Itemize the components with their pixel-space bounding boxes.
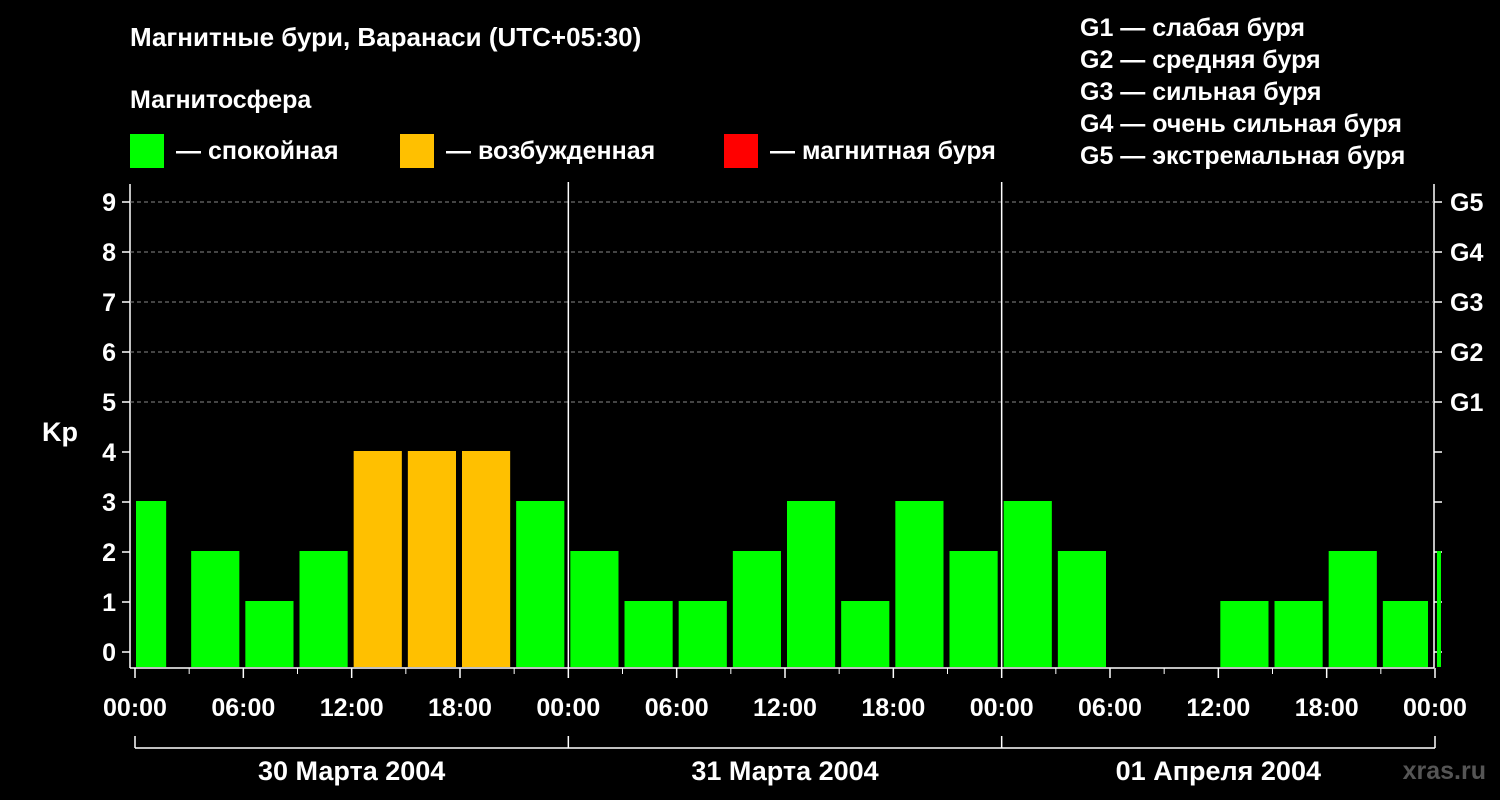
kp-bar: [407, 451, 456, 667]
kp-bar: [841, 601, 890, 667]
y-tick-label: 1: [102, 589, 116, 617]
kp-bar: [732, 551, 781, 667]
x-tick-label: 06:00: [211, 694, 275, 722]
y-tick-label: 7: [102, 289, 116, 317]
kp-bar: [136, 501, 167, 667]
x-tick-label: 00:00: [970, 694, 1034, 722]
kp-bar: [1437, 551, 1441, 667]
kp-bar: [949, 551, 998, 667]
kp-bar-chart: 0 1 2 3 4 5 6 7 8 9 Kp G1 G2 G3 G4 G5 00:00 06:00 12:00 18:…: [42, 182, 1483, 786]
y-tick-label: 2: [102, 539, 116, 567]
kp-bar: [570, 551, 619, 667]
kp-bar: [462, 451, 511, 667]
y-tick-label: 6: [102, 339, 116, 367]
day-label: 01 Апреля 2004: [1116, 756, 1321, 786]
g-level-label: G4: [1450, 239, 1483, 267]
kp-bar: [1220, 601, 1269, 667]
x-tick-label: 18:00: [428, 694, 492, 722]
x-tick-label: 12:00: [320, 694, 384, 722]
watermark: xras.ru: [1402, 757, 1486, 785]
kp-bar: [895, 501, 944, 667]
kp-bar: [1274, 601, 1323, 667]
x-tick-label: 18:00: [1295, 694, 1359, 722]
y-tick-label: 8: [102, 239, 116, 267]
kp-bar: [516, 501, 565, 667]
kp-bar: [1003, 501, 1052, 667]
kp-bar: [678, 601, 727, 667]
x-tick-label: 00:00: [536, 694, 600, 722]
x-tick-label: 00:00: [1403, 694, 1467, 722]
g-level-label: G3: [1450, 289, 1483, 317]
day-label: 30 Марта 2004: [258, 756, 445, 786]
y-tick-label: 4: [102, 439, 116, 467]
y-axis-label: Kp: [42, 417, 78, 447]
x-tick-label: 12:00: [1186, 694, 1250, 722]
g-level-label: G1: [1450, 389, 1483, 417]
y-tick-label: 0: [102, 639, 116, 667]
kp-bar: [1057, 551, 1106, 667]
kp-bar: [299, 551, 348, 667]
x-tick-label: 00:00: [103, 694, 167, 722]
y-tick-label: 3: [102, 489, 116, 517]
g-level-label: G2: [1450, 339, 1483, 367]
day-label: 31 Марта 2004: [691, 756, 878, 786]
x-tick-label: 06:00: [645, 694, 709, 722]
x-tick-label: 06:00: [1078, 694, 1142, 722]
x-tick-label: 12:00: [753, 694, 817, 722]
y-tick-label: 5: [102, 389, 116, 417]
kp-bar: [624, 601, 673, 667]
kp-bar: [1328, 551, 1377, 667]
x-tick-label: 18:00: [861, 694, 925, 722]
kp-bar: [191, 551, 240, 667]
kp-bar: [787, 501, 836, 667]
y-tick-label: 9: [102, 189, 116, 217]
g-level-label: G5: [1450, 189, 1483, 217]
kp-bar: [1382, 601, 1428, 667]
kp-bar: [353, 451, 402, 667]
kp-bar: [245, 601, 294, 667]
